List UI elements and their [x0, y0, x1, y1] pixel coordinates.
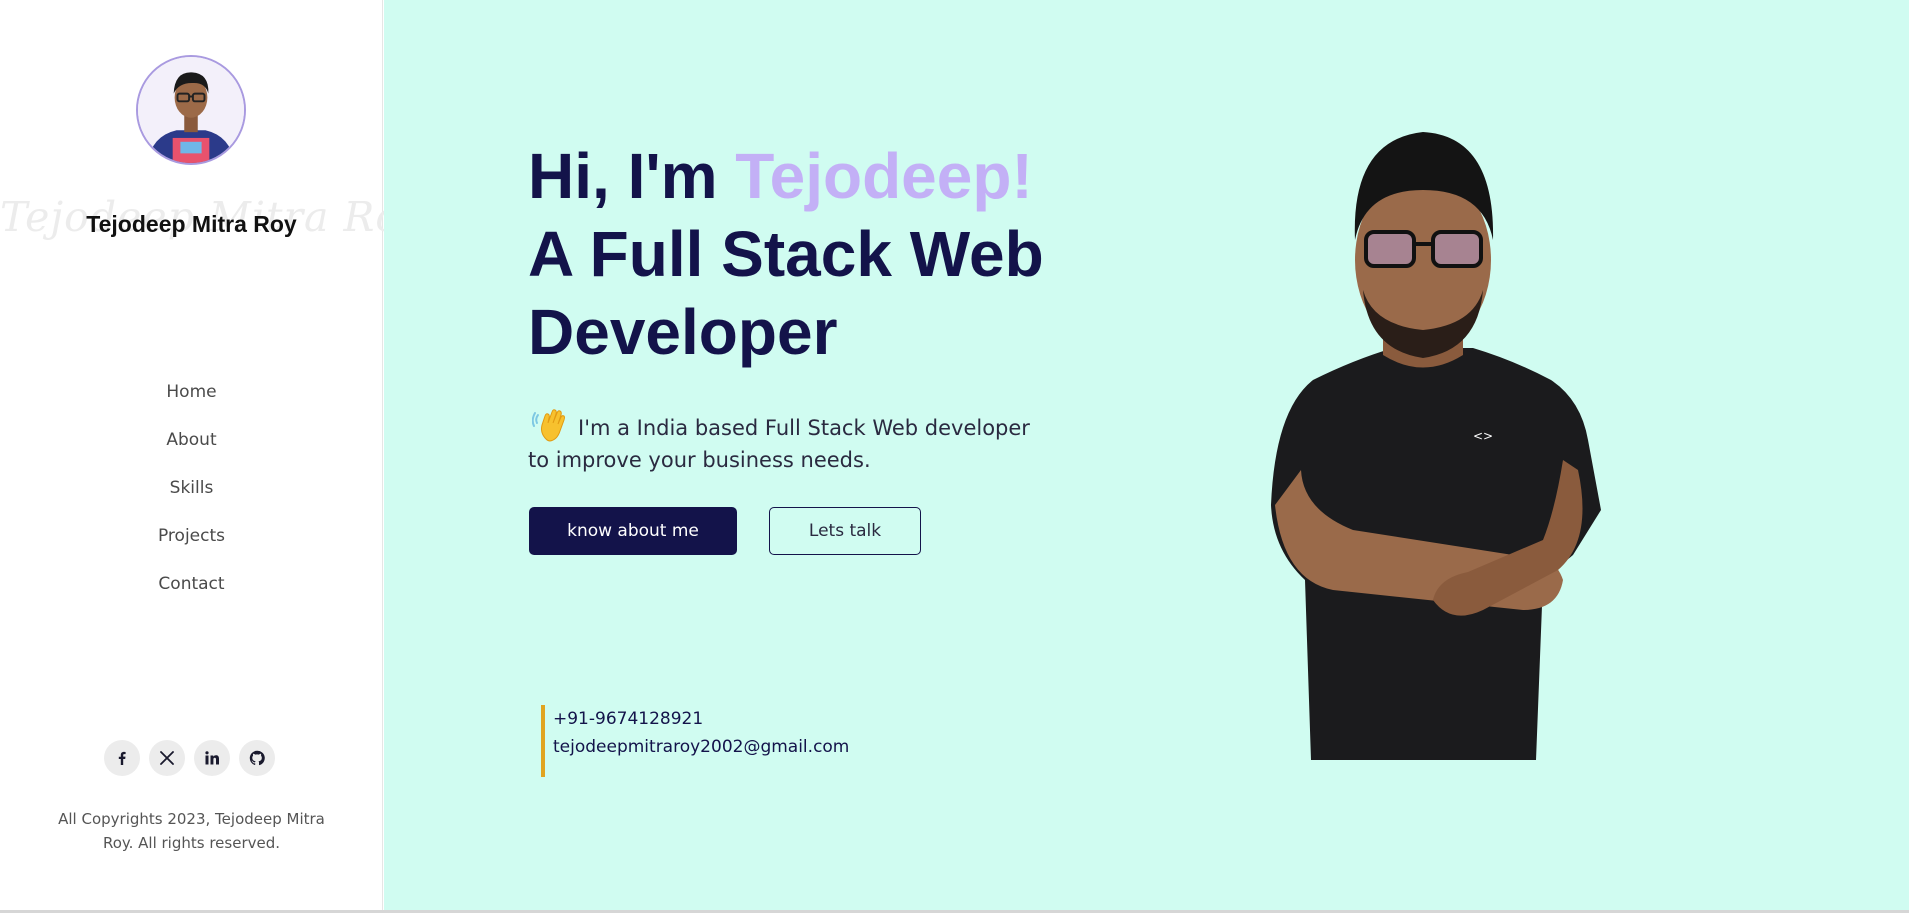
know-about-me-button[interactable]: know about me [529, 507, 737, 555]
x-icon [160, 751, 174, 765]
hero-portrait: <> [1183, 110, 1643, 760]
waving-hand-icon [532, 407, 572, 443]
nav-item-projects[interactable]: Projects [0, 519, 383, 567]
sidebar: Tejodeep Mitra Roy Tejodeep Mitra Roy Ho… [0, 0, 424, 910]
x-link[interactable] [149, 740, 185, 776]
hero-section: Hi, I'm Tejodeep! A Full Stack Web Develo… [384, 0, 1909, 910]
linkedin-link[interactable] [194, 740, 230, 776]
lets-talk-button[interactable]: Lets talk [769, 507, 921, 555]
role-text: A Full Stack Web Developer [528, 218, 1044, 368]
nav-item-about[interactable]: About [0, 423, 383, 471]
sidebar-nav: Home About Skills Projects Contact [0, 375, 383, 615]
nav-item-home[interactable]: Home [0, 375, 383, 423]
svg-text:<>: <> [1473, 429, 1493, 443]
facebook-icon [118, 751, 126, 765]
phone-number[interactable]: +91-9674128921 [553, 705, 849, 733]
facebook-link[interactable] [104, 740, 140, 776]
contact-info: +91-9674128921 tejodeepmitraroy2002@gmai… [541, 705, 849, 777]
github-icon [249, 750, 265, 766]
greeting-text: Hi, I'm [528, 140, 736, 212]
profile-name: Tejodeep Mitra Roy [86, 211, 297, 237]
intro-sentence: I'm a India based Full Stack Web develop… [528, 416, 1030, 472]
copyright-text: All Copyrights 2023, Tejodeep Mitra Roy.… [58, 810, 325, 852]
email-address[interactable]: tejodeepmitraroy2002@gmail.com [553, 733, 849, 761]
nav-item-contact[interactable]: Contact [0, 567, 383, 615]
hero-headline: Hi, I'm Tejodeep! A Full Stack Web Develo… [528, 137, 1148, 371]
profile-avatar [136, 55, 246, 165]
github-link[interactable] [239, 740, 275, 776]
nav-item-skills[interactable]: Skills [0, 471, 383, 519]
highlight-name: Tejodeep! [735, 140, 1033, 212]
intro-text: I'm a India based Full Stack Web develop… [528, 407, 1048, 476]
linkedin-icon [205, 751, 219, 765]
social-links [104, 740, 275, 776]
